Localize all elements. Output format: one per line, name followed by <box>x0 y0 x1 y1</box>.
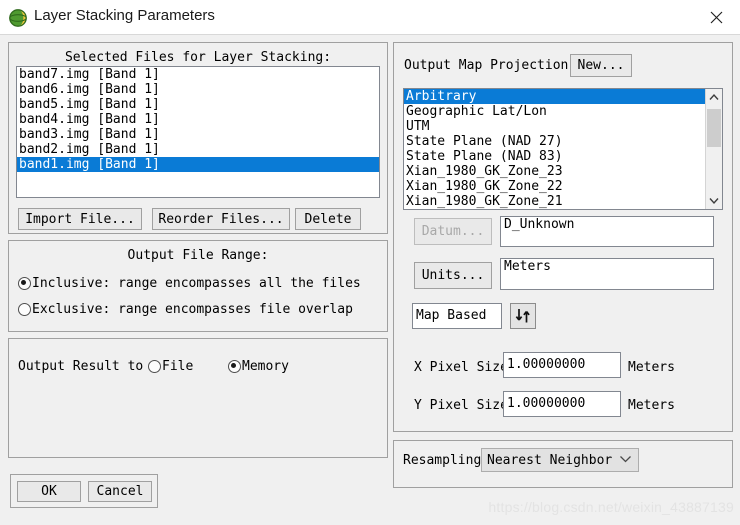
list-item-selected[interactable]: Arbitrary <box>404 89 707 104</box>
cancel-button[interactable]: Cancel <box>88 481 152 502</box>
reorder-files-button[interactable]: Reorder Files... <box>152 208 290 230</box>
import-file-button[interactable]: Import File... <box>18 208 142 230</box>
radio-inclusive-label: Inclusive: range encompasses all the fil… <box>32 276 361 291</box>
list-item-selected[interactable]: band1.img [Band 1] <box>17 157 379 172</box>
output-map-projection-label: Output Map Projection <box>404 58 569 73</box>
y-pixel-size-input[interactable]: 1.00000000 <box>503 391 621 417</box>
delete-button[interactable]: Delete <box>295 208 361 230</box>
resampling-label: Resampling <box>403 453 482 468</box>
list-item[interactable]: State Plane (NAD 83) <box>404 149 722 164</box>
projection-list-scrollbar[interactable] <box>705 89 722 209</box>
radio-exclusive-label: Exclusive: range encompasses file overla… <box>32 302 353 317</box>
window-title: Layer Stacking Parameters <box>34 7 215 24</box>
units-button[interactable]: Units... <box>414 262 492 289</box>
list-item[interactable]: band3.img [Band 1] <box>17 127 379 142</box>
list-item[interactable]: Xian_1980_GK_Zone_22 <box>404 179 722 194</box>
envi-globe-icon <box>8 8 28 28</box>
list-item[interactable]: State Plane (NAD 27) <box>404 134 722 149</box>
radio-output-memory-label: Memory <box>242 359 289 374</box>
list-item[interactable]: UTM <box>404 119 722 134</box>
new-projection-button[interactable]: New... <box>570 54 632 77</box>
scroll-up-icon[interactable] <box>706 89 722 106</box>
radio-inclusive[interactable]: Inclusive: range encompasses all the fil… <box>18 276 361 291</box>
list-item[interactable]: band7.img [Band 1] <box>17 67 379 82</box>
scrollbar-thumb[interactable] <box>707 109 721 147</box>
list-item[interactable]: band5.img [Band 1] <box>17 97 379 112</box>
radio-output-memory-indicator[interactable] <box>228 360 241 373</box>
list-item[interactable]: band4.img [Band 1] <box>17 112 379 127</box>
chevron-down-icon <box>619 453 632 468</box>
x-pixel-size-label: X Pixel Size <box>414 360 508 375</box>
list-item[interactable]: Geographic Lat/Lon <box>404 104 722 119</box>
radio-exclusive-indicator[interactable] <box>18 303 31 316</box>
radio-output-file-indicator[interactable] <box>148 360 161 373</box>
radio-output-file-label: File <box>162 359 194 374</box>
radio-output-file[interactable]: File <box>148 359 193 374</box>
layer-stacking-dialog: Layer Stacking Parameters Selected Files… <box>0 0 740 525</box>
datum-button: Datum... <box>414 218 492 245</box>
radio-output-memory[interactable]: Memory <box>228 359 289 374</box>
datum-value-field[interactable]: D_Unknown <box>500 216 714 247</box>
x-pixel-size-input[interactable]: 1.00000000 <box>503 352 621 378</box>
radio-inclusive-indicator[interactable] <box>18 277 31 290</box>
close-icon[interactable] <box>694 0 740 34</box>
projection-list[interactable]: Arbitrary Geographic Lat/Lon UTM State P… <box>403 88 723 210</box>
list-item[interactable]: Xian_1980_GK_Zone_21 <box>404 194 722 209</box>
ok-button[interactable]: OK <box>17 481 81 502</box>
map-based-field[interactable]: Map Based <box>412 303 502 329</box>
x-pixel-size-units: Meters <box>628 360 675 375</box>
resampling-select[interactable]: Nearest Neighbor <box>481 448 639 472</box>
output-file-range-heading: Output File Range: <box>127 248 269 263</box>
output-result-label: Output Result to <box>18 359 144 374</box>
y-pixel-size-units: Meters <box>628 398 675 413</box>
list-item[interactable]: band6.img [Band 1] <box>17 82 379 97</box>
resampling-value: Nearest Neighbor <box>487 452 613 468</box>
down-up-arrows-icon[interactable] <box>510 303 536 329</box>
scroll-down-icon[interactable] <box>706 192 722 209</box>
radio-exclusive[interactable]: Exclusive: range encompasses file overla… <box>18 302 353 317</box>
selected-files-list[interactable]: band7.img [Band 1] band6.img [Band 1] ba… <box>16 66 380 198</box>
selected-files-heading: Selected Files for Layer Stacking: <box>64 50 332 65</box>
units-value-field[interactable]: Meters <box>500 258 714 290</box>
y-pixel-size-label: Y Pixel Size <box>414 398 508 413</box>
list-item[interactable]: band2.img [Band 1] <box>17 142 379 157</box>
watermark-text: https://blog.csdn.net/weixin_43887139 <box>488 499 734 515</box>
title-bar: Layer Stacking Parameters <box>0 0 740 35</box>
list-item[interactable]: Xian_1980_GK_Zone_23 <box>404 164 722 179</box>
output-result-group <box>8 338 388 458</box>
